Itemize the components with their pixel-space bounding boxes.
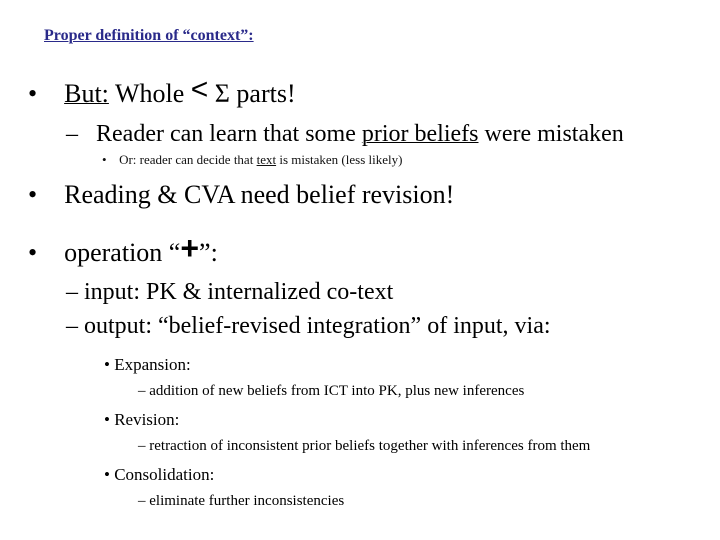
plus-symbol: +	[180, 230, 200, 266]
bullet-consolidation: • Consolidation:	[104, 465, 214, 485]
consolidation-label: Consolidation:	[114, 465, 215, 484]
sub-bullet-output: – output: “belief-revised integration” o…	[66, 313, 551, 340]
expansion-detail: – addition of new beliefs from ICT into …	[138, 383, 524, 400]
input-text: input: PK & internalized co-text	[84, 279, 394, 305]
bullet-revision: • Revision:	[104, 410, 179, 430]
or-suffix: is mistaken (less likely)	[279, 152, 403, 167]
sub-bullet-input: – input: PK & internalized co-text	[66, 279, 393, 306]
bullet-icon: •	[104, 410, 110, 429]
dash-icon: –	[66, 121, 78, 147]
revision-label: Revision:	[114, 410, 180, 429]
dash-icon: –	[138, 493, 146, 509]
prior-beliefs-text: prior beliefs	[361, 121, 479, 147]
dash-icon: –	[66, 313, 78, 339]
consolidation-detail-text: eliminate further inconsistencies	[149, 493, 345, 509]
bullet-but: • But: Whole < Σ parts!	[28, 75, 296, 109]
slide-title: Proper definition of “context”:	[44, 27, 254, 44]
sum-parts-text: Σ parts!	[214, 79, 296, 108]
reader-prefix: Reader can learn that some	[96, 121, 356, 147]
bullet-icon: •	[28, 238, 38, 267]
sub-sub-bullet-or: • Or: reader can decide that text is mis…	[102, 152, 402, 168]
bullet-operation: • operation “+”:	[28, 230, 218, 269]
expansion-detail-text: addition of new beliefs from ICT into PK…	[149, 383, 525, 399]
whole-text: Whole	[114, 79, 185, 108]
revision-detail: – retraction of inconsistent prior belie…	[138, 438, 590, 455]
dash-icon: –	[66, 279, 78, 305]
consolidation-detail: – eliminate further inconsistencies	[138, 493, 344, 510]
bullet-icon: •	[28, 79, 38, 108]
bullet-icon: •	[104, 465, 110, 484]
bullet-expansion: • Expansion:	[104, 355, 191, 375]
dash-icon: –	[138, 383, 146, 399]
reader-suffix: were mistaken	[484, 121, 624, 147]
bullet-icon: •	[104, 355, 110, 374]
bullet-icon: •	[28, 180, 38, 209]
text-underlined: text	[256, 152, 277, 167]
dash-icon: –	[138, 438, 146, 454]
but-label: But:	[64, 79, 109, 108]
output-text: output: “belief-revised integration” of …	[84, 313, 551, 339]
less-than-symbol: <	[190, 73, 209, 106]
revision-detail-text: retraction of inconsistent prior beliefs…	[149, 438, 591, 454]
bullet-icon: •	[102, 152, 107, 167]
operation-prefix: operation “	[64, 238, 181, 267]
bullet-reading: • Reading & CVA need belief revision!	[28, 180, 454, 210]
sub-bullet-reader: – Reader can learn that some prior belie…	[66, 121, 624, 148]
operation-suffix: ”:	[199, 238, 218, 267]
or-prefix: Or: reader can decide that	[119, 152, 254, 167]
expansion-label: Expansion:	[114, 355, 191, 374]
reading-text: Reading & CVA need belief revision!	[64, 180, 455, 209]
